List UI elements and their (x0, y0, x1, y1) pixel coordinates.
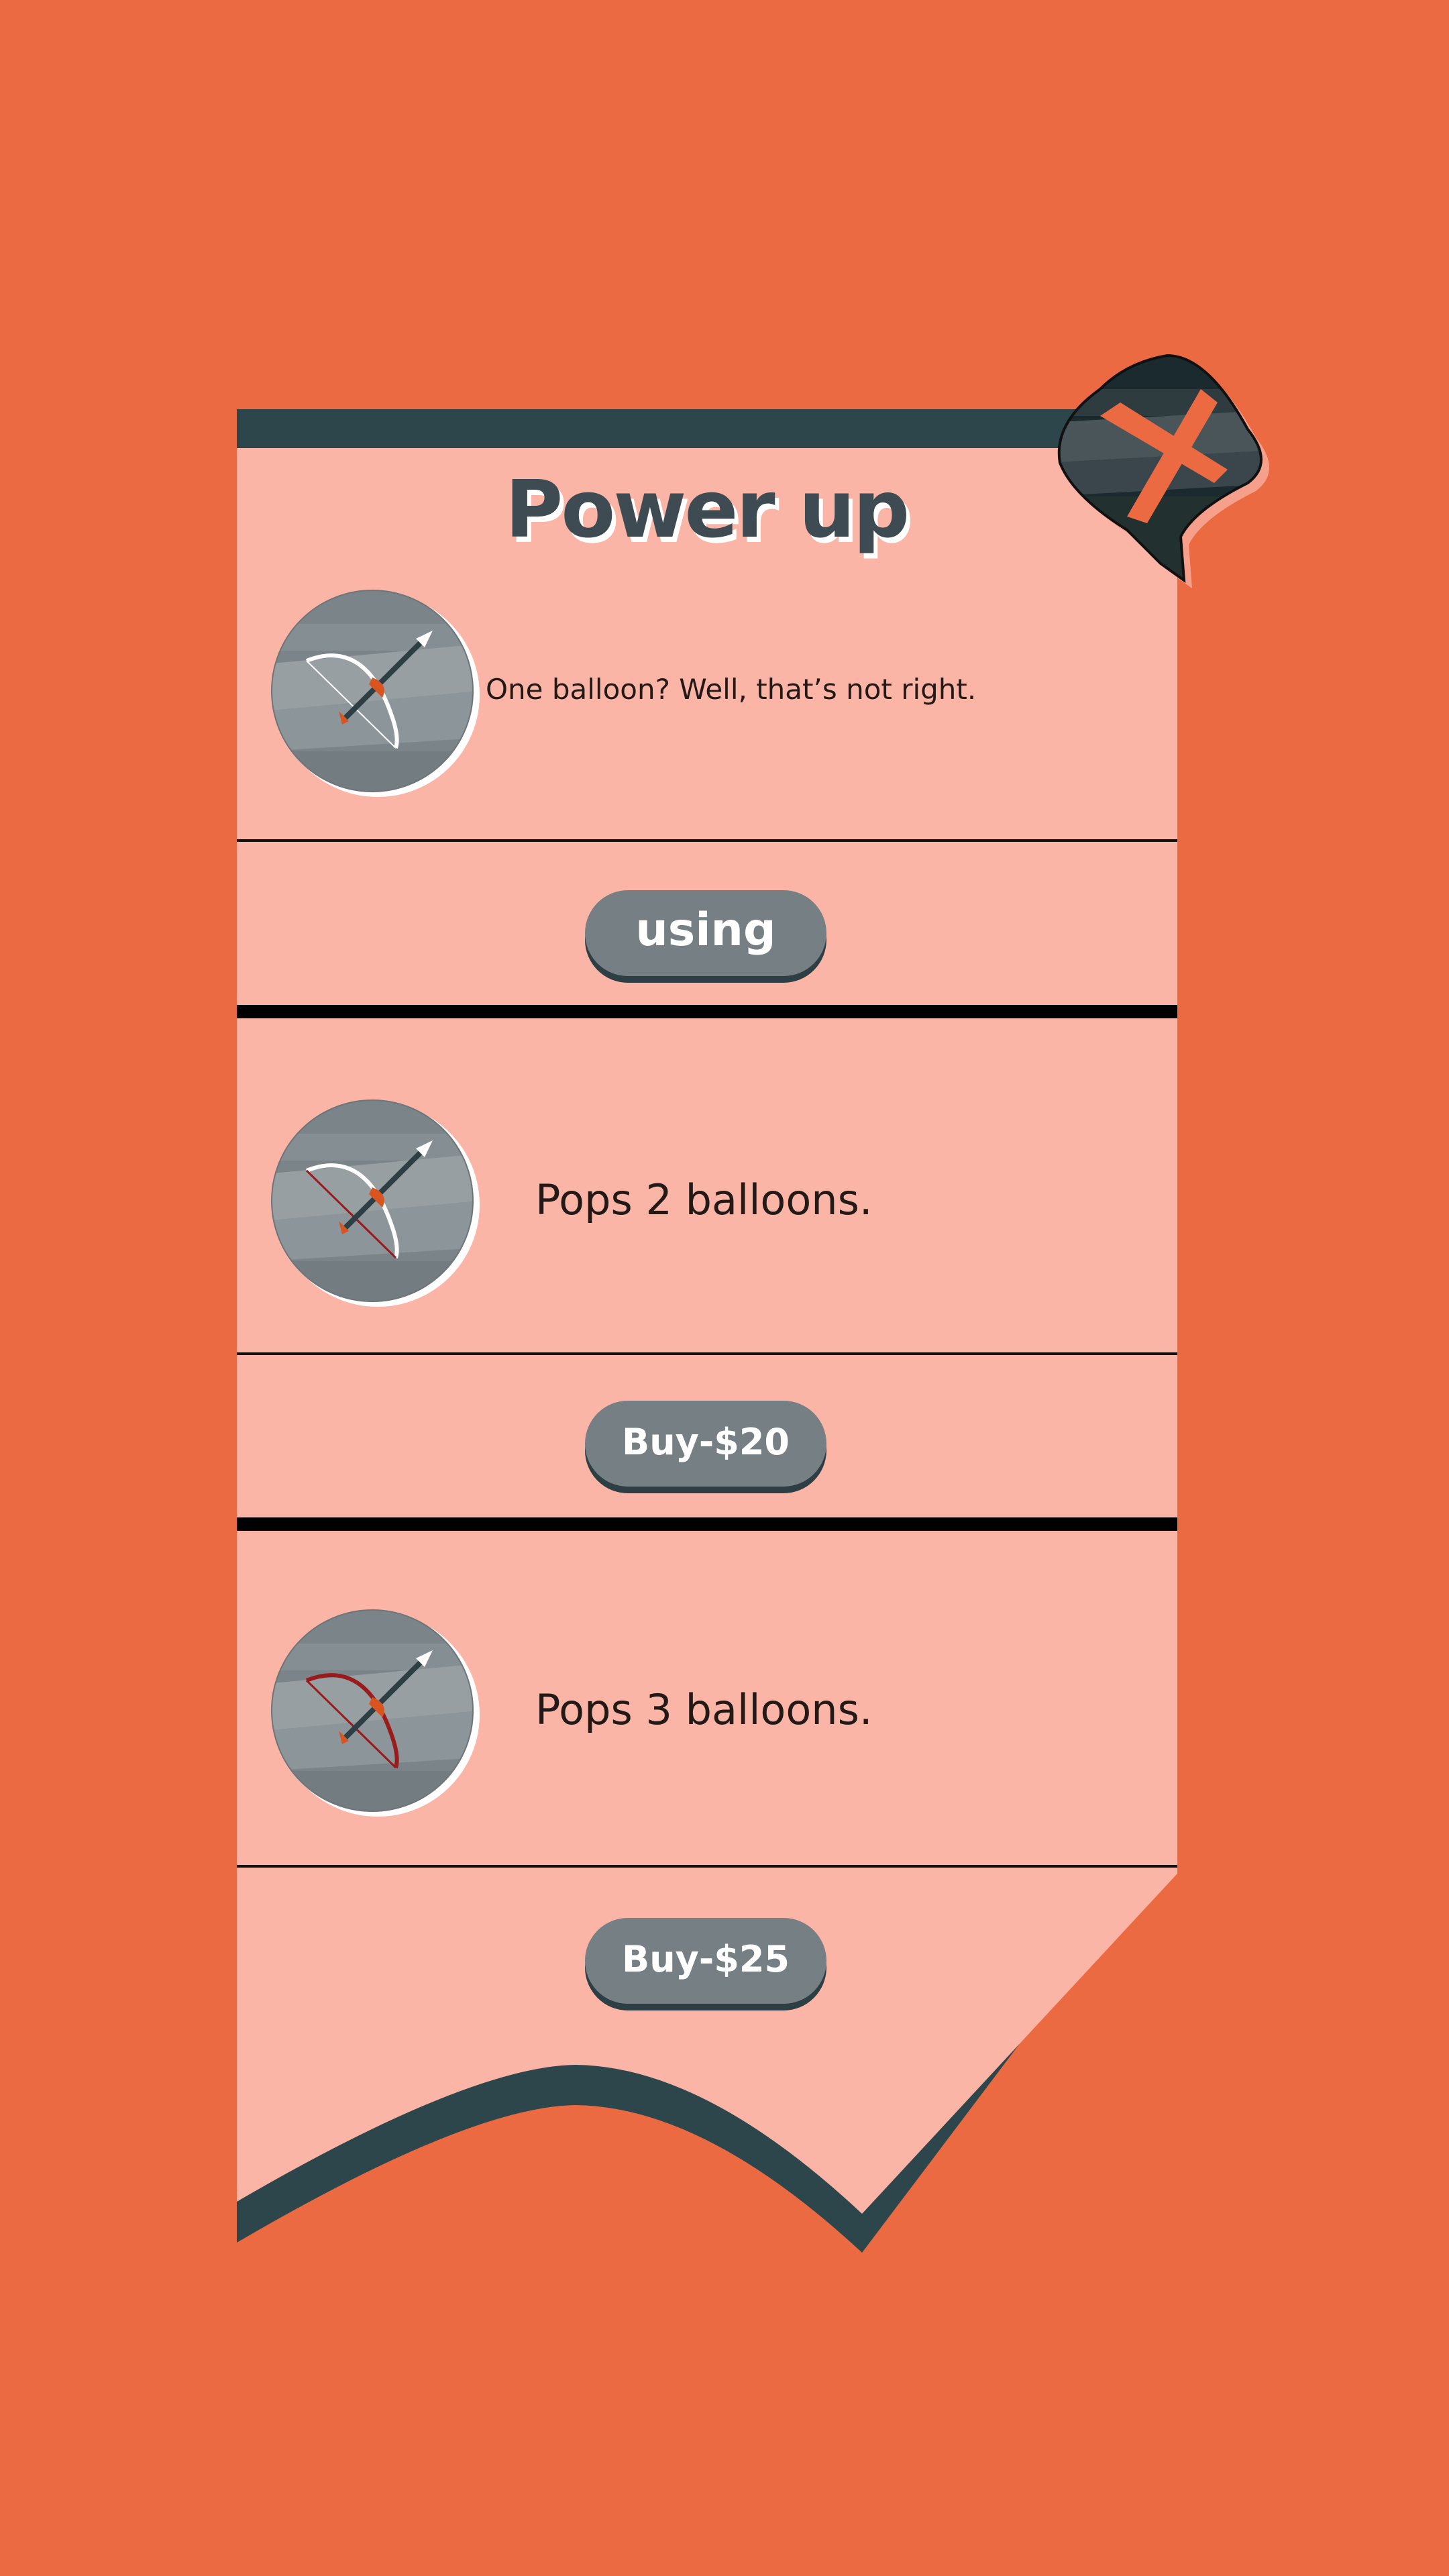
close-x-icon (1057, 354, 1269, 588)
close-button[interactable] (1046, 349, 1288, 590)
item-description: Pops 2 balloons. (535, 1175, 873, 1224)
bow-and-arrow-icon (265, 1603, 480, 1818)
bow-and-arrow-icon (265, 584, 480, 798)
buy-button[interactable]: Buy-$25 (585, 1918, 826, 2004)
shop-screen: Power up One balloon? Well, that’s not r… (0, 0, 1449, 2576)
page-title: Power up (504, 463, 910, 555)
item-description: Pops 3 balloons. (535, 1685, 873, 1734)
item-description: One balloon? Well, that’s not right. (486, 673, 977, 706)
using-button[interactable]: using (585, 890, 826, 976)
bow-and-arrow-icon (265, 1093, 480, 1308)
buy-button[interactable]: Buy-$20 (585, 1401, 826, 1487)
